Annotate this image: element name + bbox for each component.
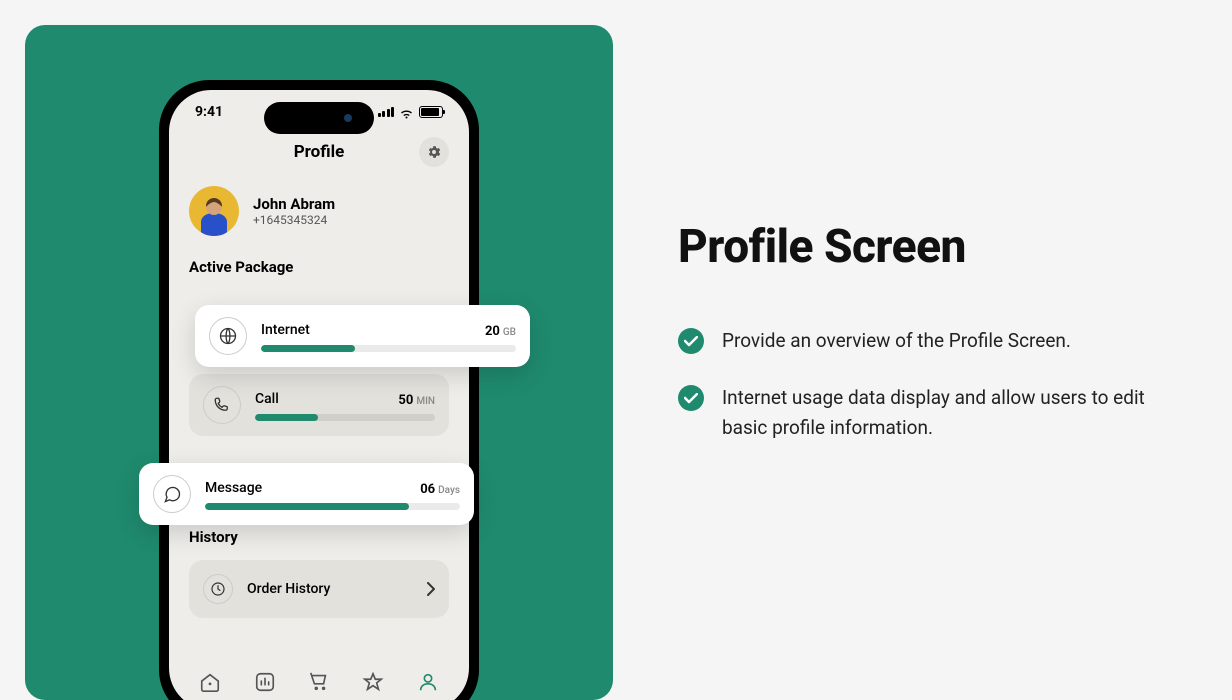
chat-icon <box>153 475 191 513</box>
phone-screen: 9:41 Profile <box>169 90 469 700</box>
wifi-icon <box>399 107 414 118</box>
signal-icon <box>378 107 395 117</box>
bullet-2-text: Internet usage data display and allow us… <box>722 383 1152 442</box>
internet-label: Internet <box>261 322 310 338</box>
phone-icon <box>203 386 241 424</box>
order-history-row[interactable]: Order History <box>189 560 449 618</box>
user-name: John Abram <box>253 195 335 213</box>
check-icon <box>678 385 704 411</box>
order-history-label: Order History <box>247 581 330 597</box>
internet-card[interactable]: Internet 20GB <box>195 305 530 367</box>
call-body: Call 50MIN <box>255 389 435 421</box>
settings-button[interactable] <box>419 137 449 167</box>
status-indicators <box>378 106 444 118</box>
user-profile-row[interactable]: John Abram +1645345324 <box>169 168 469 244</box>
phone-notch <box>264 102 374 134</box>
call-label: Call <box>255 391 279 407</box>
call-value: 50MIN <box>398 389 435 408</box>
check-icon <box>678 328 704 354</box>
bullet-2: Internet usage data display and allow us… <box>678 383 1152 442</box>
message-progress <box>205 503 409 510</box>
nav-cart[interactable] <box>308 671 330 693</box>
internet-body: Internet 20GB <box>261 320 516 352</box>
bottom-nav <box>169 654 469 700</box>
nav-profile[interactable] <box>417 671 439 693</box>
call-card[interactable]: Call 50MIN <box>189 374 449 436</box>
page-title: Profile <box>294 142 345 162</box>
clock-icon <box>203 574 233 604</box>
status-time: 9:41 <box>195 104 223 120</box>
bullet-1-text: Provide an overview of the Profile Scree… <box>722 326 1071 355</box>
battery-icon <box>419 106 443 118</box>
message-label: Message <box>205 480 262 496</box>
nav-stats[interactable] <box>254 671 276 693</box>
message-body: Message 06Days <box>205 478 460 510</box>
headline: Profile Screen <box>678 220 1152 274</box>
user-phone: +1645345324 <box>253 213 335 227</box>
chevron-right-icon <box>427 582 435 596</box>
description-panel: Profile Screen Provide an overview of th… <box>613 0 1232 700</box>
internet-value: 20GB <box>485 320 516 339</box>
nav-favorites[interactable] <box>362 671 384 693</box>
message-card[interactable]: Message 06Days <box>139 463 474 525</box>
gear-icon <box>426 144 442 160</box>
showcase-panel: 9:41 Profile <box>25 25 613 700</box>
internet-progress <box>261 345 355 352</box>
active-package-heading: Active Package <box>169 244 469 284</box>
phone-frame: 9:41 Profile <box>159 80 479 700</box>
user-info: John Abram +1645345324 <box>253 195 335 227</box>
call-progress <box>255 414 318 421</box>
globe-icon <box>209 317 247 355</box>
message-value: 06Days <box>420 478 460 497</box>
nav-home[interactable] <box>199 671 221 693</box>
avatar <box>189 186 239 236</box>
bullet-1: Provide an overview of the Profile Scree… <box>678 326 1152 355</box>
